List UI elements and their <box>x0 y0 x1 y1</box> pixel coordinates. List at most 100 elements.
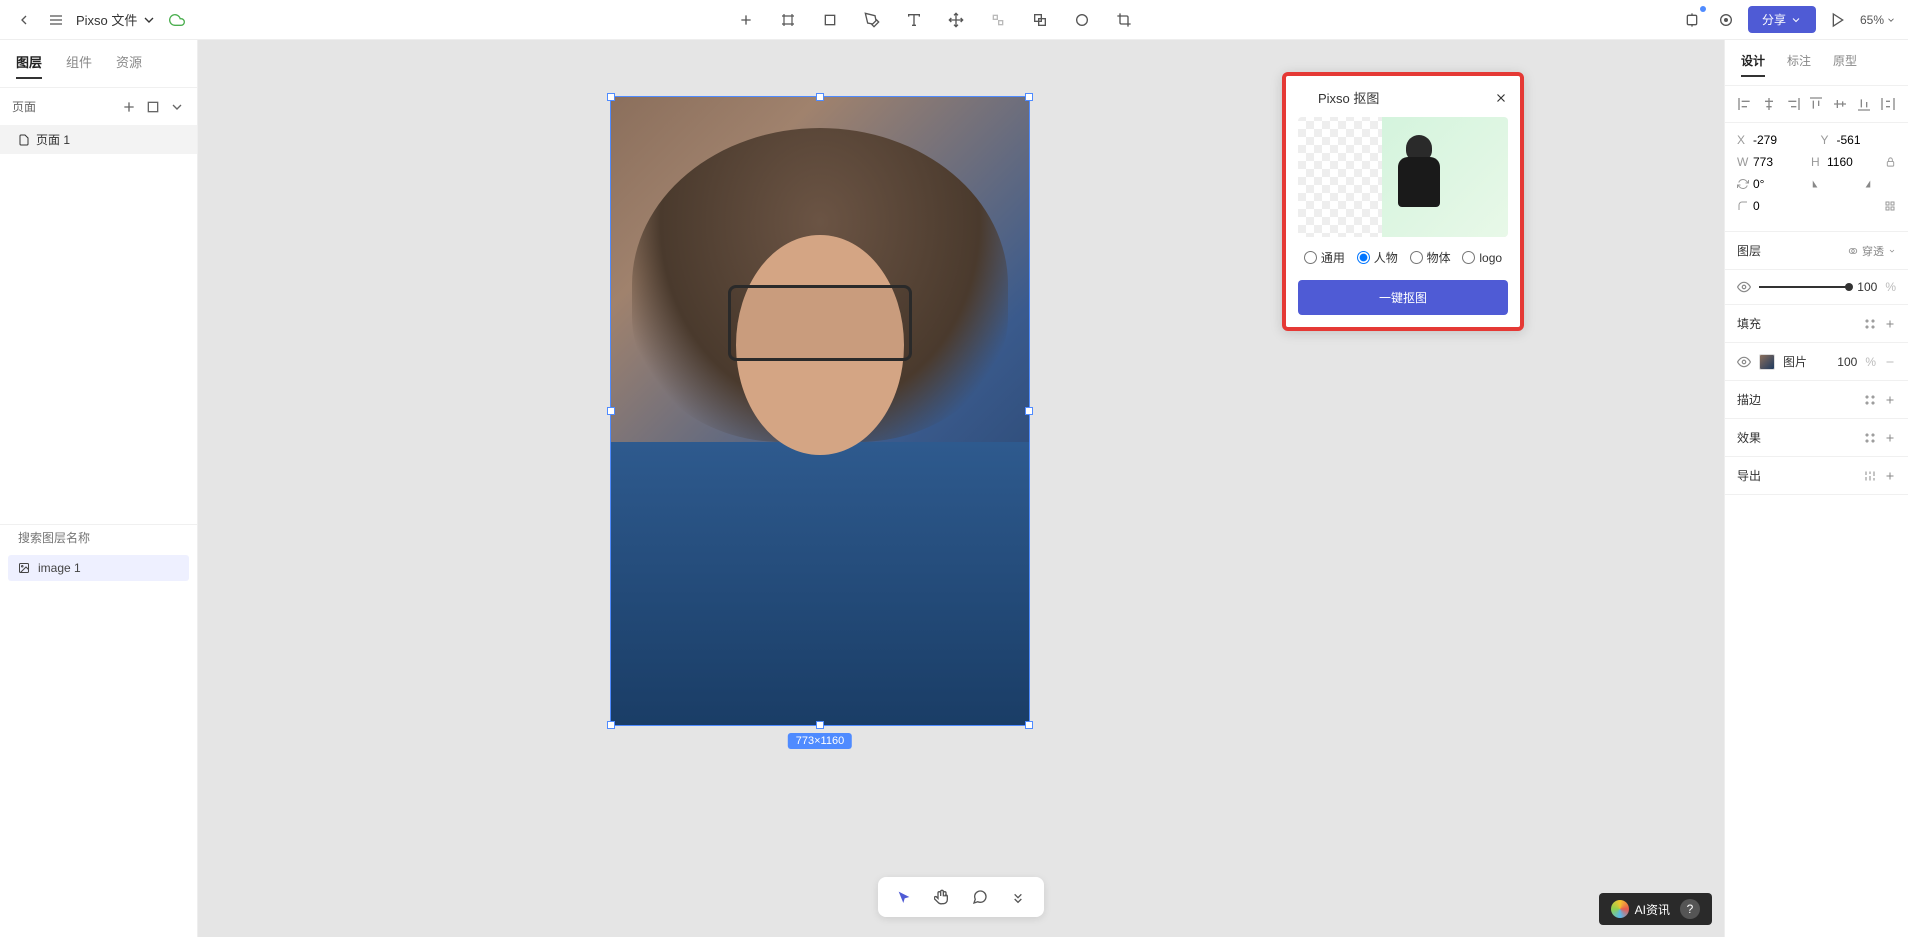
help-icon[interactable]: ? <box>1680 899 1700 919</box>
canvas-bottom-toolbar <box>878 877 1044 917</box>
hand-tool-icon[interactable] <box>930 885 954 909</box>
cursor-tool-icon[interactable] <box>892 885 916 909</box>
blend-icon <box>1848 246 1858 256</box>
page-item[interactable]: 页面 1 <box>0 125 197 154</box>
more-tools-icon[interactable] <box>1006 885 1030 909</box>
export-settings-icon[interactable] <box>1864 470 1876 482</box>
rotation-input[interactable] <box>1753 177 1803 191</box>
canvas[interactable]: 773×1160 Pixso 抠图 通用 人物 物体 <box>198 40 1724 937</box>
remove-fill-icon[interactable] <box>1884 356 1896 368</box>
location-icon[interactable] <box>1714 8 1738 32</box>
lock-aspect-icon[interactable] <box>1885 156 1896 168</box>
radio-logo[interactable]: logo <box>1462 249 1502 266</box>
fill-swatch[interactable] <box>1759 354 1775 370</box>
layer-item[interactable]: image 1 <box>8 555 189 581</box>
close-icon[interactable] <box>1494 91 1508 105</box>
component-icon[interactable] <box>986 8 1010 32</box>
y-input[interactable] <box>1837 133 1887 147</box>
resize-handle-bl[interactable] <box>607 721 615 729</box>
visibility-icon[interactable] <box>1737 280 1751 294</box>
visibility-icon[interactable] <box>1737 355 1751 369</box>
radio-general[interactable]: 通用 <box>1304 249 1345 266</box>
plugin-radio-group: 通用 人物 物体 logo <box>1298 249 1508 266</box>
left-panel: 图层 组件 资源 页面 页面 1 <box>0 40 198 937</box>
left-panel-tabs: 图层 组件 资源 <box>0 40 197 88</box>
tab-components[interactable]: 组件 <box>66 52 92 79</box>
rotation-field[interactable] <box>1737 177 1803 191</box>
shape-icon[interactable] <box>818 8 842 32</box>
radio-object[interactable]: 物体 <box>1410 249 1451 266</box>
selection-frame[interactable]: 773×1160 <box>610 96 1030 726</box>
plugin-icon[interactable] <box>1680 8 1704 32</box>
comment-tool-icon[interactable] <box>968 885 992 909</box>
resize-handle-tl[interactable] <box>607 93 615 101</box>
align-top-icon[interactable] <box>1808 96 1824 112</box>
rotation-icon <box>1737 178 1749 190</box>
collapse-icon[interactable] <box>169 99 185 115</box>
tab-assets[interactable]: 资源 <box>116 52 142 79</box>
w-field[interactable]: W <box>1737 155 1803 169</box>
w-input[interactable] <box>1753 155 1803 169</box>
pages-label: 页面 <box>12 98 36 115</box>
crop-icon[interactable] <box>1112 8 1136 32</box>
radius-input[interactable] <box>1753 199 1803 213</box>
file-name[interactable]: Pixso 文件 <box>76 10 157 29</box>
resize-handle-bm[interactable] <box>816 721 824 729</box>
fill-opacity: 100 <box>1837 355 1857 369</box>
add-page-icon[interactable] <box>121 99 137 115</box>
add-effect-icon[interactable] <box>1884 432 1896 444</box>
resize-handle-tm[interactable] <box>816 93 824 101</box>
pen-icon[interactable] <box>860 8 884 32</box>
resize-handle-rm[interactable] <box>1025 407 1033 415</box>
play-icon[interactable] <box>1826 8 1850 32</box>
align-left-icon[interactable] <box>1737 96 1753 112</box>
add-fill-icon[interactable] <box>1884 318 1896 330</box>
page-list-icon[interactable] <box>145 99 161 115</box>
frame-icon[interactable] <box>776 8 800 32</box>
tab-layers[interactable]: 图层 <box>16 52 42 79</box>
resize-handle-lm[interactable] <box>607 407 615 415</box>
add-stroke-icon[interactable] <box>1884 394 1896 406</box>
align-hcenter-icon[interactable] <box>1761 96 1777 112</box>
add-icon[interactable] <box>734 8 758 32</box>
resize-handle-tr[interactable] <box>1025 93 1033 101</box>
resize-handle-br[interactable] <box>1025 721 1033 729</box>
circle-icon[interactable] <box>1070 8 1094 32</box>
move-icon[interactable] <box>944 8 968 32</box>
independent-corners-icon[interactable] <box>1884 200 1896 212</box>
x-input[interactable] <box>1753 133 1803 147</box>
topbar-center-tools <box>189 8 1680 32</box>
plugin-header: Pixso 抠图 <box>1298 88 1508 107</box>
x-field[interactable]: X <box>1737 133 1813 147</box>
distribute-icon[interactable] <box>1880 96 1896 112</box>
zoom-control[interactable]: 65% <box>1860 13 1896 27</box>
tab-prototype[interactable]: 原型 <box>1833 52 1857 77</box>
layer-search-input[interactable] <box>18 531 173 545</box>
flip-h[interactable] <box>1811 177 1850 191</box>
style-icon[interactable] <box>1864 394 1876 406</box>
radius-field[interactable] <box>1737 199 1876 213</box>
opacity-slider[interactable] <box>1759 286 1849 288</box>
menu-icon[interactable] <box>44 8 68 32</box>
y-field[interactable]: Y <box>1821 133 1897 147</box>
h-input[interactable] <box>1827 155 1877 169</box>
blend-mode[interactable]: 穿透 <box>1848 243 1896 259</box>
add-export-icon[interactable] <box>1884 470 1896 482</box>
h-field[interactable]: H <box>1811 155 1877 169</box>
align-right-icon[interactable] <box>1785 96 1801 112</box>
boolean-icon[interactable] <box>1028 8 1052 32</box>
radio-person[interactable]: 人物 <box>1357 249 1398 266</box>
back-icon[interactable] <box>12 8 36 32</box>
share-button[interactable]: 分享 <box>1748 6 1816 33</box>
style-icon[interactable] <box>1864 432 1876 444</box>
tab-design[interactable]: 设计 <box>1741 52 1765 77</box>
tab-annotate[interactable]: 标注 <box>1787 52 1811 77</box>
style-icon[interactable] <box>1864 318 1876 330</box>
align-vcenter-icon[interactable] <box>1832 96 1848 112</box>
position-section: X Y W H <box>1725 123 1908 232</box>
cloud-sync-icon[interactable] <box>165 8 189 32</box>
align-bottom-icon[interactable] <box>1856 96 1872 112</box>
text-icon[interactable] <box>902 8 926 32</box>
cutout-button[interactable]: 一键抠图 <box>1298 280 1508 315</box>
flip-v[interactable] <box>1858 177 1897 191</box>
